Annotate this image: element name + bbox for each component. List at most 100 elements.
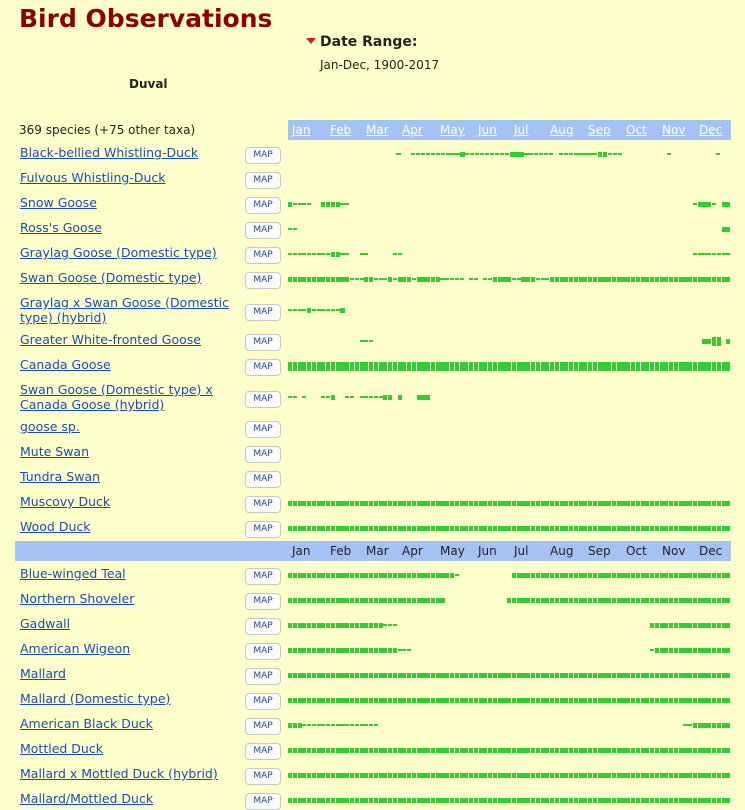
species-link[interactable]: Canada Goose (20, 357, 235, 372)
species-link[interactable]: American Wigeon (20, 641, 235, 656)
species-link[interactable]: Mottled Duck (20, 741, 235, 756)
month-feb[interactable]: Feb (330, 123, 351, 137)
abundance-bar (440, 278, 445, 280)
month-mar[interactable]: Mar (366, 123, 389, 137)
abundance-bar (530, 597, 536, 603)
map-button[interactable]: MAP (245, 521, 281, 538)
date-range-toggle[interactable]: Date Range: (306, 34, 417, 50)
species-link[interactable]: Wood Duck (20, 519, 235, 534)
abundance-bar (524, 153, 529, 155)
species-link[interactable]: Mallard (Domestic type) (20, 691, 235, 706)
species-link[interactable]: Gadwall (20, 616, 235, 631)
abundance-bar (407, 772, 412, 778)
month-jul[interactable]: Jul (514, 123, 528, 137)
species-link[interactable]: Mallard/Mottled Duck (20, 791, 235, 806)
abundance-bar (450, 772, 455, 778)
species-link[interactable]: Black-bellied Whistling-Duck (20, 145, 235, 160)
species-link[interactable]: goose sp. (20, 419, 235, 434)
abundance-bar (426, 672, 431, 678)
abundance-bar (397, 361, 402, 371)
map-button[interactable]: MAP (245, 334, 281, 351)
abundance-bar (402, 772, 407, 778)
species-link[interactable]: Muscovy Duck (20, 494, 235, 509)
species-link[interactable]: Mallard x Mottled Duck (hybrid) (20, 766, 235, 781)
species-link[interactable]: Swan Goose (Domestic type) x Canada Goos… (20, 382, 235, 412)
map-button[interactable]: MAP (245, 359, 281, 376)
abundance-bar (330, 597, 336, 603)
abundance-bar (669, 500, 674, 506)
abundance-bar (492, 747, 497, 753)
map-button[interactable]: MAP (245, 618, 281, 635)
map-button[interactable]: MAP (245, 391, 281, 408)
species-link[interactable]: Ross's Goose (20, 220, 235, 235)
month-apr[interactable]: Apr (402, 123, 423, 137)
abundance-bar (392, 647, 397, 653)
abundance-bars (288, 669, 731, 681)
species-link[interactable]: Blue-winged Teal (20, 566, 235, 581)
map-button[interactable]: MAP (245, 643, 281, 660)
map-button[interactable]: MAP (245, 471, 281, 488)
map-button[interactable]: MAP (245, 304, 281, 321)
abundance-bar (673, 797, 678, 803)
map-button[interactable]: MAP (245, 172, 281, 189)
abundance-bar (626, 572, 631, 578)
abundance-bar (297, 797, 302, 803)
species-link[interactable]: Graylag Goose (Domestic type) (20, 245, 235, 260)
map-button[interactable]: MAP (245, 446, 281, 463)
abundance-bar (664, 697, 669, 703)
month-sep[interactable]: Sep (588, 123, 611, 137)
map-button[interactable]: MAP (245, 197, 281, 214)
abundance-bar (335, 201, 340, 207)
map-button[interactable]: MAP (245, 222, 281, 239)
month-may[interactable]: May (440, 123, 465, 137)
abundance-bar (297, 722, 302, 728)
abundance-bar (450, 697, 455, 703)
map-button[interactable]: MAP (245, 743, 281, 760)
map-button[interactable]: MAP (245, 496, 281, 513)
abundance-bar (335, 525, 340, 531)
map-button[interactable]: MAP (245, 568, 281, 585)
abundance-bar (540, 572, 545, 578)
species-link[interactable]: Northern Shoveler (20, 591, 235, 606)
species-link[interactable]: Greater White-fronted Goose (20, 332, 235, 347)
map-button[interactable]: MAP (245, 793, 281, 810)
abundance-bar (726, 525, 731, 531)
abundance-bar (659, 525, 664, 531)
species-link[interactable]: Swan Goose (Domestic type) (20, 270, 235, 285)
abundance-bar (445, 500, 450, 506)
map-button[interactable]: MAP (245, 668, 281, 685)
map-button[interactable]: MAP (245, 718, 281, 735)
map-button[interactable]: MAP (245, 247, 281, 264)
month-dec[interactable]: Dec (699, 123, 722, 137)
species-link[interactable]: Graylag x Swan Goose (Domestic type) (hy… (20, 295, 235, 325)
species-link[interactable]: Mute Swan (20, 444, 235, 459)
abundance-bar (611, 697, 617, 703)
abundance-bar (326, 309, 331, 311)
abundance-bar (359, 572, 364, 578)
abundance-bar (392, 697, 397, 703)
abundance-bar (702, 647, 707, 653)
map-button[interactable]: MAP (245, 768, 281, 785)
month-jun[interactable]: Jun (478, 123, 497, 137)
species-link[interactable]: Snow Goose (20, 195, 235, 210)
map-button[interactable]: MAP (245, 147, 281, 164)
map-button[interactable]: MAP (245, 421, 281, 438)
month-jan[interactable]: Jan (292, 123, 311, 137)
abundance-bar (307, 697, 312, 703)
species-link[interactable]: Mallard (20, 666, 235, 681)
map-button[interactable]: MAP (245, 693, 281, 710)
species-link[interactable]: Tundra Swan (20, 469, 235, 484)
month-oct[interactable]: Oct (626, 123, 647, 137)
species-link[interactable]: American Black Duck (20, 716, 235, 731)
abundance-bar (678, 276, 683, 282)
month-aug[interactable]: Aug (550, 123, 573, 137)
map-button[interactable]: MAP (245, 272, 281, 289)
month-nov[interactable]: Nov (662, 123, 685, 137)
map-button[interactable]: MAP (245, 593, 281, 610)
abundance-bar (311, 747, 316, 753)
species-link[interactable]: Fulvous Whistling-Duck (20, 170, 235, 185)
abundance-bar (392, 253, 397, 255)
abundance-bar (475, 153, 480, 155)
abundance-bar (378, 396, 383, 398)
abundance-bar (411, 772, 416, 778)
